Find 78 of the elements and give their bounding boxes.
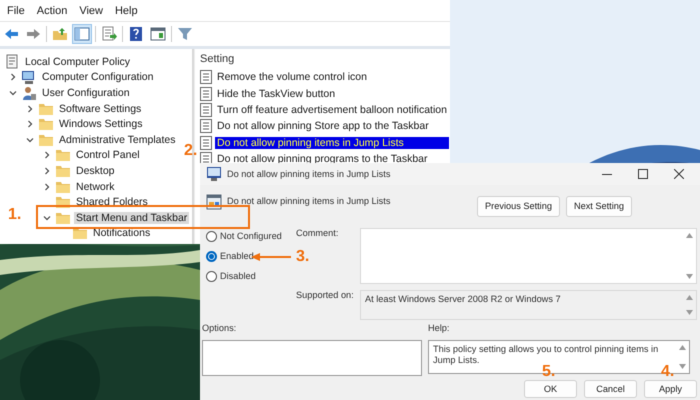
field-label: Help: — [428, 323, 450, 334]
menu-item[interactable]: File — [7, 4, 25, 18]
setting-icon — [200, 119, 212, 134]
setting-icon — [200, 102, 212, 117]
setting-row[interactable]: Do not allow pinning programs to the Taskbar — [215, 153, 449, 166]
tree-item[interactable]: Local Computer Policy — [23, 56, 132, 68]
tree-item[interactable]: Network — [74, 180, 117, 193]
chevron-icon[interactable] — [25, 104, 35, 114]
policy-icon — [206, 166, 222, 182]
scroll-up-icon[interactable] — [679, 345, 686, 350]
setting-name: Do not allow pinning items in Jump Lists — [227, 195, 392, 207]
step-number: 5. — [542, 365, 556, 379]
supported-text: At least Windows Server 2008 R2 or Windows 7 — [365, 294, 561, 304]
nav-button[interactable]: Next Setting — [566, 196, 632, 217]
document-icon — [4, 54, 20, 70]
step-number: 4. — [661, 365, 674, 379]
maximize-icon[interactable] — [638, 169, 648, 179]
pane-icon[interactable] — [73, 25, 91, 43]
column-header[interactable]: Setting — [200, 53, 450, 69]
tree-item[interactable]: Start Menu and Taskbar — [74, 212, 190, 224]
close-icon[interactable] — [674, 169, 684, 179]
field-label: Comment: — [296, 228, 340, 239]
chevron-icon[interactable] — [25, 119, 35, 130]
filter-icon[interactable] — [176, 25, 194, 43]
chevron-icon[interactable] — [8, 72, 18, 82]
scroll-down-icon[interactable] — [679, 364, 686, 369]
tree-item[interactable]: Notifications — [91, 227, 152, 240]
radio-button[interactable] — [206, 271, 217, 282]
menu-item[interactable]: Action — [36, 4, 68, 18]
comment-field[interactable] — [360, 228, 697, 284]
folder-up-icon[interactable] — [51, 25, 69, 43]
tree-item[interactable]: Desktop — [74, 164, 117, 177]
help-icon[interactable] — [127, 25, 145, 43]
setting-row[interactable]: Remove the volume control icon — [215, 71, 449, 84]
scroll-up-icon[interactable] — [686, 233, 693, 238]
setting-icon — [200, 86, 212, 101]
folder-icon — [55, 147, 71, 164]
setting-row[interactable]: Do not allow pinning items in Jump Lists — [215, 136, 449, 149]
dialog-button[interactable]: Apply — [644, 380, 697, 398]
menu-item[interactable]: Help — [114, 4, 138, 18]
computer-icon — [21, 69, 37, 86]
radio-label: Not Configured — [220, 231, 282, 242]
tree-item[interactable]: User Configuration — [40, 86, 132, 99]
step-number: 1. — [8, 206, 22, 224]
dialog-button[interactable]: OK — [524, 380, 577, 398]
radio-button[interactable] — [206, 251, 217, 262]
dialog-button[interactable]: Cancel — [584, 380, 637, 398]
setting-row[interactable]: Do not allow pinning Store app to the Taskbar — [215, 120, 449, 132]
setting-row[interactable]: Turn off feature advertisement balloon notification — [215, 104, 449, 116]
tree-item[interactable]: Software Settings — [57, 102, 144, 115]
window-title: Do not allow pinning items in Jump Lists — [227, 168, 392, 180]
folder-icon — [38, 116, 54, 132]
setting-icon — [200, 136, 212, 150]
chevron-icon[interactable] — [42, 166, 52, 176]
tree-item[interactable]: Administrative Templates — [57, 134, 178, 146]
export-list-icon[interactable] — [100, 25, 118, 43]
menu-item[interactable]: View — [79, 4, 103, 18]
nav-button[interactable]: Previous Setting — [477, 196, 560, 217]
tree-item[interactable]: Computer Configuration — [40, 71, 156, 84]
setting-icon — [200, 70, 212, 84]
help-text: This policy setting allows you to control pinning items in Jump Lists. — [433, 344, 658, 365]
properties-icon[interactable] — [149, 25, 167, 43]
chevron-icon[interactable] — [42, 182, 52, 192]
step-number: 2. — [184, 142, 198, 160]
field-label: Options: — [202, 323, 238, 334]
radio-label: Enabled — [220, 251, 254, 262]
setting-row[interactable]: Hide the TaskView button — [215, 88, 449, 100]
tree-item[interactable]: Shared Folders — [74, 196, 150, 208]
radio-label: Disabled — [220, 271, 256, 282]
step-number: 3. — [296, 248, 310, 266]
users-icon — [21, 84, 37, 101]
folder-icon — [55, 194, 71, 210]
scroll-down-icon[interactable] — [686, 274, 693, 279]
chevron-icon[interactable] — [42, 150, 52, 160]
field-label: Supported on: — [296, 290, 355, 301]
radio-button[interactable] — [206, 231, 217, 242]
tree-item[interactable]: Windows Settings — [57, 118, 144, 130]
tree-item[interactable]: Control Panel — [74, 149, 142, 162]
